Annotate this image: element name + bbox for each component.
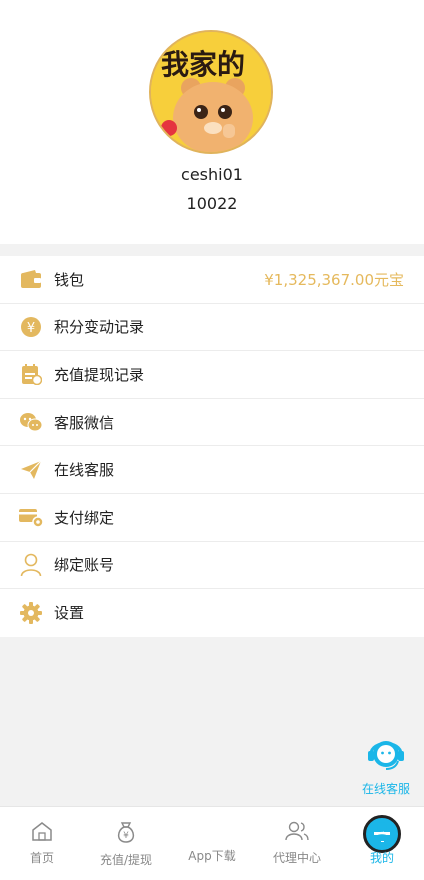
svg-text:¥: ¥ [123, 831, 129, 841]
user-icon [18, 552, 44, 578]
person-icon [372, 822, 392, 845]
menu-item-online-service[interactable]: 在线客服 [0, 446, 424, 494]
yen-coin-icon: ¥ [18, 314, 44, 340]
tab-label: 首页 [29, 851, 54, 865]
tab-mine[interactable]: 我的 [340, 821, 424, 866]
avatar[interactable]: 我家的 [149, 30, 273, 154]
home-icon [31, 822, 53, 845]
menu-item-payment-binding[interactable]: 支付绑定 [0, 494, 424, 542]
tab-app-download[interactable]: App下载 [170, 807, 409, 864]
menu-item-deposit-withdraw-records[interactable]: 充值提现记录 [0, 351, 424, 399]
menu-label: 客服微信 [54, 413, 115, 432]
menu-label: 钱包 [54, 270, 85, 289]
tab-recharge-withdraw[interactable]: ¥ 充值/提现 [84, 821, 168, 868]
tab-agent-center[interactable]: 代理中心 [255, 821, 339, 866]
tab-label: 我的 [369, 851, 394, 865]
menu-item-wallet[interactable]: 钱包 ¥1,325,367.00元宝 [0, 256, 424, 304]
headset-icon [364, 741, 408, 778]
menu-item-points-history[interactable]: ¥ 积分变动记录 [0, 304, 424, 352]
bottom-tab-bar: 首页 ¥ 充值/提现 App下载 代理中心 我的 [0, 806, 424, 880]
tab-label: App下载 [188, 849, 236, 863]
user-id: 10022 [186, 194, 238, 213]
menu-label: 绑定账号 [54, 556, 115, 575]
bear-avatar-icon: 我家的 [151, 32, 271, 152]
menu-item-settings[interactable]: 设置 [0, 589, 424, 637]
menu-label: 积分变动记录 [54, 318, 145, 337]
floating-service-label: 在线客服 [361, 782, 410, 796]
menu-label: 支付绑定 [54, 508, 115, 527]
tab-home[interactable]: 首页 [0, 821, 84, 866]
menu-item-service-wechat[interactable]: 客服微信 [0, 399, 424, 447]
floating-service-button[interactable]: 在线客服 [356, 730, 416, 797]
menu-label: 在线客服 [54, 461, 115, 480]
username: ceshi01 [181, 165, 243, 184]
card-settings-icon [18, 504, 44, 530]
wechat-icon [18, 409, 44, 435]
wallet-balance: ¥1,325,367.00元宝 [264, 270, 404, 289]
account-menu: 钱包 ¥1,325,367.00元宝 ¥ 积分变动记录 充值提现记录 客服微信 … [0, 256, 424, 637]
gear-icon [18, 600, 44, 626]
menu-label: 充值提现记录 [54, 365, 145, 384]
tab-label: 充值/提现 [99, 853, 153, 867]
wallet-icon [18, 266, 44, 292]
money-bag-icon: ¥ [115, 822, 137, 847]
svg-text:¥: ¥ [27, 321, 35, 336]
users-icon [285, 821, 309, 845]
records-icon [18, 361, 44, 387]
menu-item-bind-account[interactable]: 绑定账号 [0, 542, 424, 590]
paper-plane-icon [18, 457, 44, 483]
profile-header: 我家的 ceshi01 10022 [0, 0, 424, 244]
tab-label: 代理中心 [272, 851, 321, 865]
menu-label: 设置 [54, 604, 85, 623]
svg-text:我家的: 我家的 [161, 48, 245, 81]
